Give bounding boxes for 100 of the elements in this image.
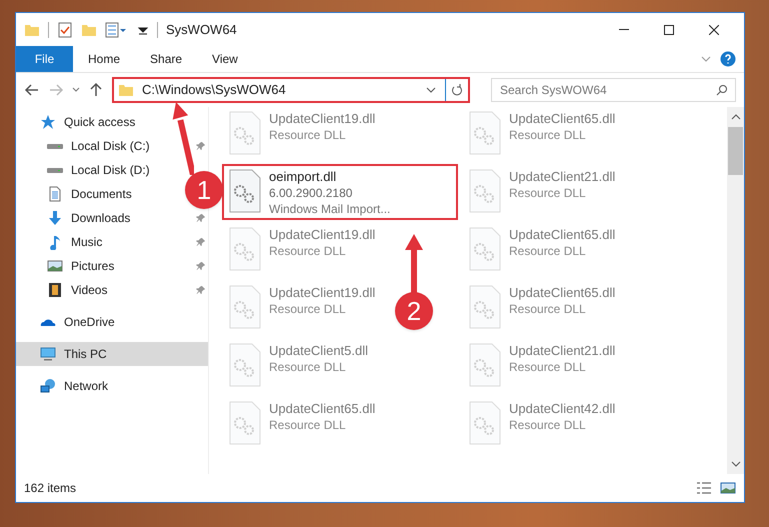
sidebar-item[interactable]: OneDrive (16, 310, 119, 334)
picture-icon (47, 258, 63, 274)
file-name: UpdateClient42.dll (509, 401, 616, 417)
item-count: 162 items (24, 480, 76, 497)
file-name: UpdateClient65.dll (509, 111, 616, 127)
file-tab[interactable]: File (16, 46, 73, 72)
sidebar-item[interactable]: Videos (16, 278, 208, 302)
file-name: UpdateClient65.dll (509, 285, 616, 301)
file-item[interactable]: UpdateClient19.dll Resource DLL (227, 227, 378, 273)
ribbon-tab[interactable]: Share (135, 46, 198, 72)
file-item[interactable]: UpdateClient65.dll Resource DLL (467, 111, 618, 157)
file-item[interactable]: UpdateClient5.dll Resource DLL (227, 343, 370, 389)
file-item[interactable]: UpdateClient19.dll Resource DLL (227, 111, 378, 157)
file-name: UpdateClient21.dll (509, 169, 616, 185)
pin-icon (196, 213, 206, 223)
sidebar-item[interactable]: This PC (16, 342, 208, 366)
file-detail: Resource DLL (509, 127, 587, 143)
down-arrow-icon (47, 210, 63, 226)
gear-file-icon (229, 343, 261, 387)
gear-file-icon (469, 285, 501, 329)
file-item[interactable]: UpdateClient65.dll Resource DLL (227, 401, 378, 447)
file-name: UpdateClient19.dll (269, 227, 376, 243)
sidebar-label: OneDrive (64, 314, 115, 331)
file-description: Windows Mail Import... (269, 201, 390, 217)
large-icons-view-icon[interactable] (720, 480, 736, 496)
sidebar-label: Music (71, 234, 102, 251)
file-detail: Resource DLL (269, 127, 347, 143)
file-detail: Resource DLL (509, 301, 587, 317)
help-icon[interactable] (720, 51, 736, 67)
sidebar-item[interactable]: Downloads (16, 206, 208, 230)
file-item[interactable]: UpdateClient65.dll Resource DLL (467, 227, 618, 273)
file-name: UpdateClient19.dll (269, 111, 376, 127)
sidebar-item[interactable]: Quick access (16, 110, 140, 134)
drive-icon (47, 144, 63, 148)
file-detail: Resource DLL (269, 243, 347, 259)
file-item[interactable]: UpdateClient65.dll Resource DLL (467, 285, 618, 331)
sidebar-item[interactable]: Documents (16, 182, 136, 206)
window-title: SysWOW64 (166, 20, 237, 39)
sidebar-label: Pictures (71, 258, 114, 275)
file-detail: Resource DLL (509, 359, 587, 375)
ribbon-tab[interactable]: Home (73, 46, 136, 72)
sidebar-item[interactable]: Local Disk (C:) (16, 134, 208, 158)
sidebar-item[interactable]: Pictures (16, 254, 208, 278)
file-name: UpdateClient5.dll (269, 343, 368, 359)
film-icon (47, 282, 63, 298)
drive-icon (47, 168, 63, 172)
file-name: UpdateClient21.dll (509, 343, 616, 359)
details-view-icon[interactable] (696, 480, 712, 496)
sidebar-label: Quick access (64, 114, 136, 131)
sidebar-label: Documents (71, 186, 132, 203)
sidebar-label: Downloads (71, 210, 130, 227)
document-icon (47, 186, 63, 202)
file-item[interactable]: UpdateClient42.dll Resource DLL (467, 401, 618, 447)
sidebar-label: Local Disk (C:) (71, 138, 150, 155)
sidebar-item[interactable]: Network (16, 374, 112, 398)
scrollbar-thumb[interactable] (728, 127, 743, 175)
file-detail: Resource DLL (269, 417, 347, 433)
file-detail: 6.00.2900.2180 (269, 185, 354, 201)
pin-icon (196, 261, 206, 271)
folder-icon (118, 82, 134, 98)
gear-file-icon (229, 111, 261, 155)
file-item[interactable]: UpdateClient19.dll Resource DLL (227, 285, 378, 331)
gear-file-icon (229, 169, 261, 213)
pin-icon (196, 237, 206, 247)
address-bar[interactable]: C:\Windows\SysWOW64 (112, 77, 470, 103)
file-item[interactable]: UpdateClient21.dll Resource DLL (467, 343, 618, 389)
gear-file-icon (469, 227, 501, 271)
gear-file-icon (229, 401, 261, 445)
gear-file-icon (469, 401, 501, 445)
file-detail: Resource DLL (269, 301, 347, 317)
address-path: C:\Windows\SysWOW64 (142, 81, 286, 100)
maximize-icon (664, 24, 674, 34)
sidebar-item[interactable]: Music (16, 230, 208, 254)
file-item[interactable]: oeimport.dll 6.00.2900.2180 Windows Mail Import... (227, 169, 453, 215)
back-arrow-icon[interactable] (24, 82, 40, 98)
pin-icon (196, 141, 206, 151)
sidebar-label: Network (64, 378, 108, 395)
gear-file-icon (229, 285, 261, 329)
file-detail: Resource DLL (509, 417, 587, 433)
star-icon (40, 114, 56, 130)
gear-file-icon (469, 343, 501, 387)
properties-icon[interactable] (57, 22, 73, 38)
file-detail: Resource DLL (509, 243, 587, 259)
network-icon (40, 378, 56, 394)
annotation-arrow (404, 233, 424, 293)
up-arrow-icon[interactable] (88, 82, 104, 98)
recent-locations-icon[interactable] (72, 86, 80, 94)
search-field[interactable]: Search SysWOW64 (491, 78, 736, 102)
monitor-icon (40, 346, 56, 362)
gear-file-icon (229, 227, 261, 271)
sidebar-label: This PC (64, 346, 107, 363)
file-detail: Resource DLL (269, 359, 347, 375)
file-name: UpdateClient65.dll (269, 401, 376, 417)
file-item[interactable]: UpdateClient21.dll Resource DLL (467, 169, 618, 215)
sidebar-item[interactable]: Local Disk (D:) (16, 158, 154, 182)
customize-toolbar-icon[interactable] (105, 22, 129, 38)
file-detail: Resource DLL (509, 185, 587, 201)
gear-file-icon (469, 169, 501, 213)
ribbon-tab[interactable]: View (197, 46, 253, 72)
file-name: oeimport.dll (269, 169, 338, 185)
